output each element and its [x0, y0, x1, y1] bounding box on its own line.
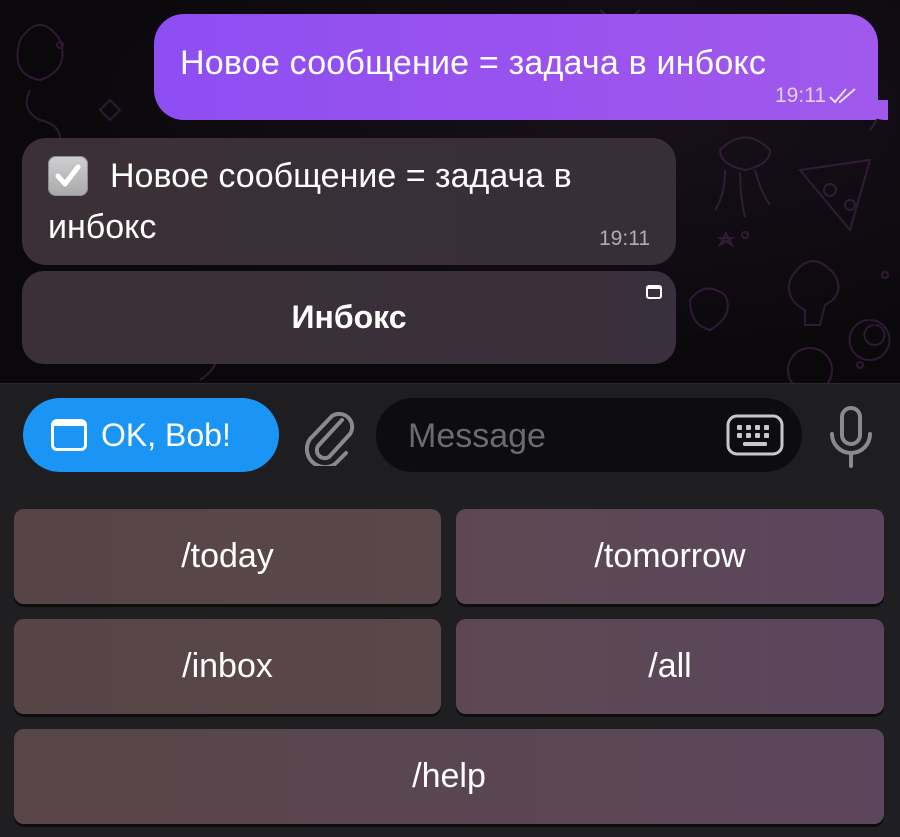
- incoming-message-line: Новое сообщение = задача в: [48, 156, 572, 196]
- paperclip-icon[interactable]: [302, 406, 358, 466]
- incoming-message-text: Новое сообщение = задача в: [110, 156, 572, 195]
- incoming-message-bubble[interactable]: Новое сообщение = задача в инбокс 19:11: [22, 138, 676, 265]
- message-meta: 19:11: [775, 84, 858, 108]
- check-box-icon: [48, 156, 88, 196]
- keyboard-button-label: /tomorrow: [594, 537, 746, 575]
- keyboard-button-today[interactable]: /today: [14, 509, 441, 604]
- microphone-icon[interactable]: [826, 404, 876, 470]
- message-time: 19:11: [775, 84, 826, 107]
- web-app-icon: [646, 285, 662, 299]
- keyboard-icon[interactable]: [726, 414, 784, 456]
- keyboard-button-help[interactable]: /help: [14, 729, 884, 824]
- double-check-icon: [828, 86, 858, 106]
- message-input[interactable]: [406, 398, 710, 474]
- telegram-chat-screen: Новое сообщение = задача в инбокс 19:11: [0, 0, 900, 837]
- web-app-icon: [51, 419, 87, 451]
- keyboard-button-label: /inbox: [182, 647, 273, 685]
- bot-menu-label: OK, Bob!: [101, 416, 231, 453]
- outgoing-message-text: Новое сообщение = задача в инбокс: [180, 44, 767, 82]
- keyboard-button-tomorrow[interactable]: /tomorrow: [456, 509, 884, 604]
- inline-button-label: Инбокс: [291, 299, 407, 335]
- inline-button-inbox[interactable]: Инбокс: [22, 271, 676, 364]
- outgoing-message-bubble[interactable]: Новое сообщение = задача в инбокс 19:11: [154, 14, 888, 120]
- bubble-tail: [866, 100, 888, 120]
- keyboard-button-label: /today: [181, 537, 274, 575]
- input-bar: OK, Bob!: [0, 383, 900, 489]
- keyboard-button-label: /all: [648, 647, 692, 685]
- bot-menu-button[interactable]: OK, Bob!: [23, 398, 279, 472]
- reply-keyboard: /today /tomorrow /inbox /all /help: [0, 488, 900, 837]
- chat-area[interactable]: Новое сообщение = задача в инбокс 19:11: [0, 0, 900, 383]
- message-input-field[interactable]: [376, 398, 802, 474]
- incoming-message-text-cont: инбокс: [48, 208, 157, 246]
- keyboard-button-all[interactable]: /all: [456, 619, 884, 714]
- keyboard-button-inbox[interactable]: /inbox: [14, 619, 441, 714]
- keyboard-button-label: /help: [412, 757, 486, 795]
- message-time: 19:11: [599, 227, 650, 250]
